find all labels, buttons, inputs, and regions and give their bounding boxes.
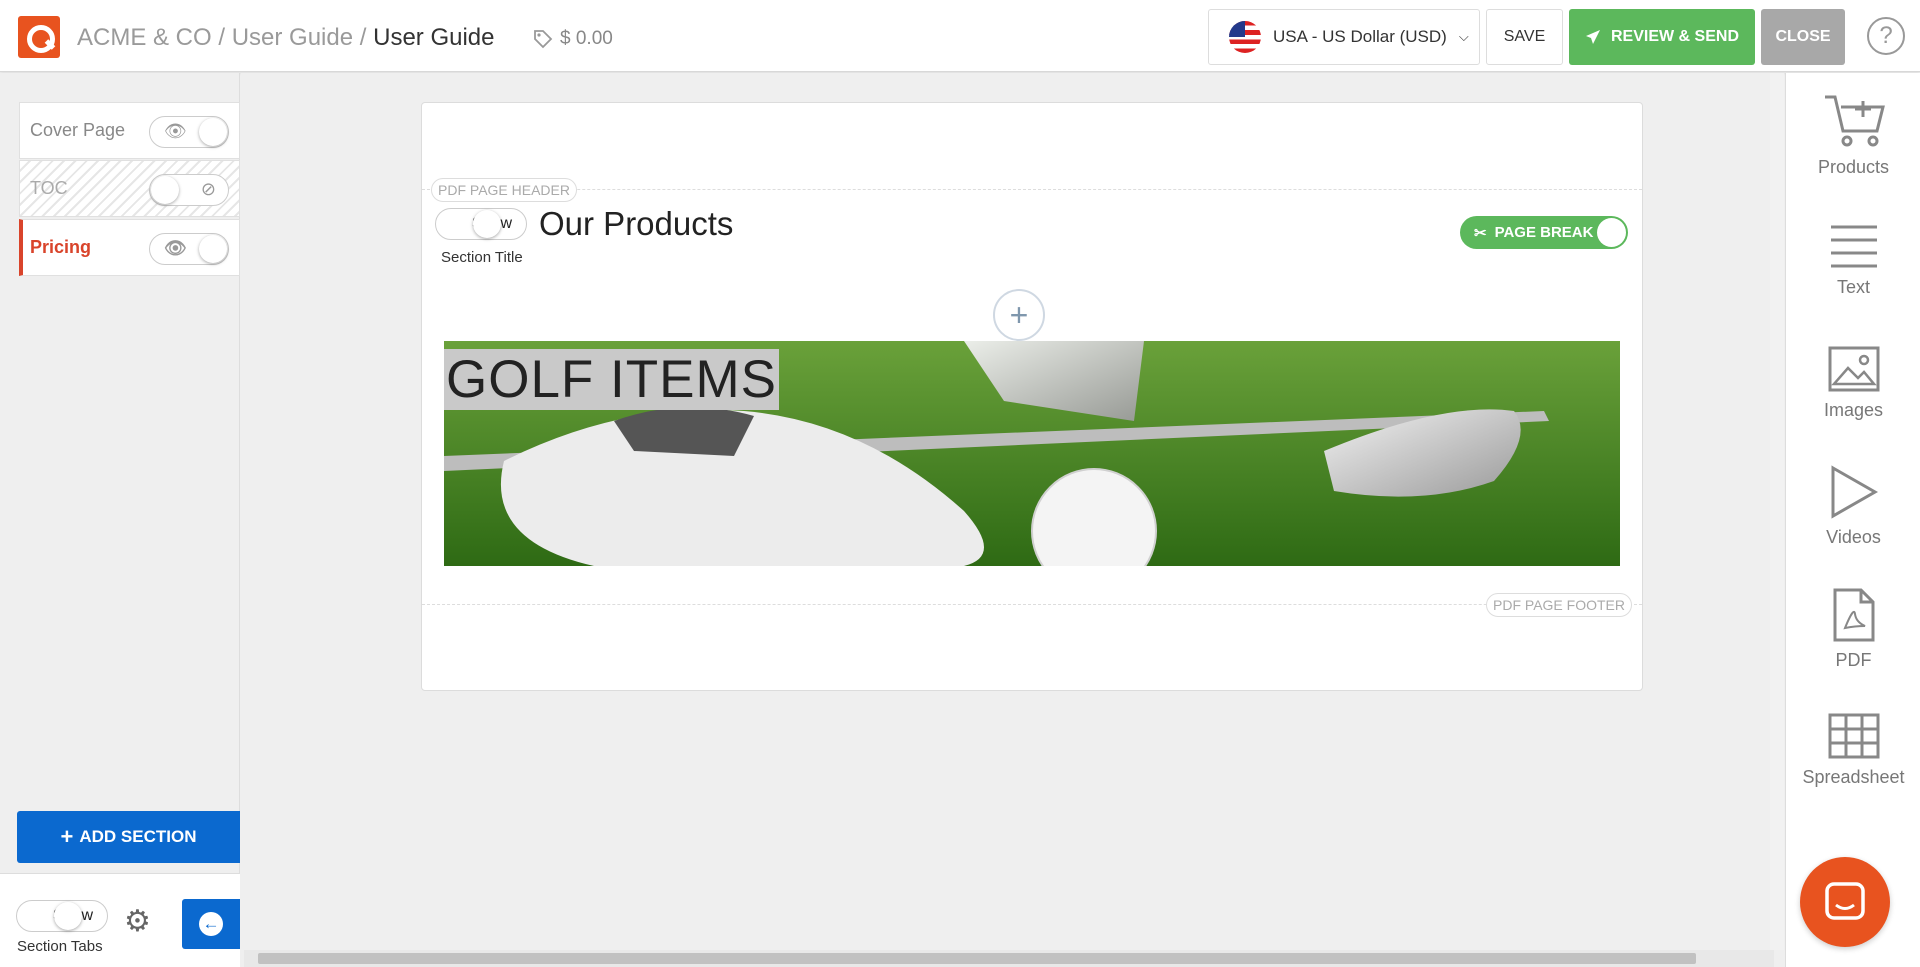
pdf-icon bbox=[1833, 588, 1874, 642]
tool-products[interactable]: Products bbox=[1786, 93, 1920, 178]
help-icon[interactable]: ? bbox=[1867, 17, 1905, 55]
banner-title[interactable]: GOLF ITEMS bbox=[444, 349, 779, 410]
add-section-button[interactable]: + ADD SECTION bbox=[17, 811, 240, 863]
vertical-scrollbar[interactable] bbox=[1770, 73, 1784, 950]
editor-canvas: PDF PAGE HEADER Show Section Title Our P… bbox=[241, 73, 1784, 967]
grid-icon bbox=[1828, 713, 1879, 759]
pdf-header-label[interactable]: PDF PAGE HEADER bbox=[431, 178, 577, 202]
cart-icon bbox=[1824, 95, 1885, 147]
page-break-label: PAGE BREAK bbox=[1494, 224, 1594, 241]
horizontal-scrollbar[interactable] bbox=[244, 950, 1774, 967]
paper-plane-icon bbox=[1585, 30, 1600, 44]
us-flag-icon bbox=[1229, 21, 1261, 53]
currency-value: USA - US Dollar (USD) bbox=[1273, 27, 1447, 46]
tool-spreadsheet[interactable]: Spreadsheet bbox=[1786, 713, 1920, 788]
app-logo[interactable] bbox=[18, 16, 60, 58]
arrow-left-icon: ← bbox=[199, 912, 223, 936]
scrollbar-thumb[interactable] bbox=[258, 953, 1696, 964]
pdf-footer-label[interactable]: PDF PAGE FOOTER bbox=[1486, 593, 1632, 617]
eye-icon: 👁 bbox=[164, 121, 187, 141]
tool-label: Products bbox=[1817, 157, 1890, 177]
chevron-down-icon: ⌵ bbox=[1458, 29, 1469, 44]
footer-divider bbox=[422, 604, 1642, 605]
breadcrumb-current: User Guide bbox=[373, 24, 495, 51]
tool-label: Images bbox=[1823, 400, 1884, 420]
tool-videos[interactable]: Videos bbox=[1786, 465, 1920, 548]
chat-icon bbox=[1825, 882, 1865, 920]
chat-launcher-button[interactable] bbox=[1800, 857, 1890, 947]
collapse-sidebar-button[interactable]: ← bbox=[182, 899, 240, 949]
sidebar-item-cover-page[interactable]: Cover Page 👁 bbox=[19, 102, 240, 159]
price-value: $ 0.00 bbox=[560, 28, 613, 49]
currency-select[interactable]: USA - US Dollar (USD) ⌵ bbox=[1208, 9, 1480, 65]
tool-pdf[interactable]: PDF bbox=[1786, 588, 1920, 671]
settings-gear-icon[interactable]: ⚙ bbox=[124, 904, 151, 939]
section-tabs-toggle[interactable]: Show bbox=[16, 900, 108, 932]
save-button[interactable]: SAVE bbox=[1486, 9, 1563, 65]
tool-label: Videos bbox=[1826, 527, 1881, 547]
section-tabs-label: Section Tabs bbox=[17, 938, 103, 955]
tool-label: PDF bbox=[1835, 650, 1872, 670]
sidebar-item-toc[interactable]: TOC ⊘ bbox=[19, 160, 240, 217]
content-tools-panel: Products Text Images Videos PDF Spreadsh… bbox=[1785, 73, 1920, 967]
add-block-button[interactable]: + bbox=[993, 289, 1045, 341]
visibility-toggle[interactable]: 👁 bbox=[149, 116, 229, 148]
eye-icon: 👁 bbox=[164, 238, 187, 258]
quote-total: $ 0.00 bbox=[533, 28, 613, 50]
section-label: Pricing bbox=[30, 237, 92, 257]
eye-slash-icon: ⊘ bbox=[200, 179, 216, 199]
review-send-button[interactable]: REVIEW & SEND bbox=[1569, 9, 1755, 65]
add-section-label: ADD SECTION bbox=[79, 827, 197, 846]
document-page: PDF PAGE HEADER Show Section Title Our P… bbox=[421, 102, 1643, 691]
section-title-caption: Section Title bbox=[441, 249, 523, 266]
banner-image[interactable]: GOLF ITEMS bbox=[444, 341, 1620, 566]
tool-text[interactable]: Text bbox=[1786, 223, 1920, 298]
breadcrumb-company[interactable]: ACME & CO bbox=[77, 24, 212, 51]
close-button[interactable]: CLOSE bbox=[1761, 9, 1845, 65]
breadcrumb: ACME & CO / User Guide / User Guide bbox=[77, 24, 495, 51]
section-label: Cover Page bbox=[30, 120, 126, 140]
tool-label: Text bbox=[1836, 277, 1870, 297]
top-bar: ACME & CO / User Guide / User Guide $ 0.… bbox=[0, 0, 1920, 72]
tag-icon bbox=[534, 30, 553, 49]
section-sidebar: Cover Page 👁 TOC ⊘ Pricing 👁 + ADD SECTI… bbox=[0, 73, 240, 967]
image-icon bbox=[1828, 346, 1879, 392]
section-label: TOC bbox=[30, 178, 68, 198]
section-title[interactable]: Our Products bbox=[539, 205, 733, 243]
visibility-toggle[interactable]: ⊘ bbox=[149, 174, 229, 206]
section-title-toggle[interactable]: Show bbox=[435, 208, 527, 240]
review-send-label: REVIEW & SEND bbox=[1610, 28, 1739, 45]
plus-icon: + bbox=[60, 824, 74, 849]
visibility-toggle[interactable]: 👁 bbox=[149, 233, 229, 265]
page-break-toggle[interactable]: ✂ PAGE BREAK bbox=[1460, 216, 1628, 249]
header-divider bbox=[422, 189, 1642, 190]
text-lines-icon bbox=[1830, 225, 1877, 268]
scissors-icon: ✂ bbox=[1474, 224, 1487, 242]
play-icon bbox=[1831, 465, 1878, 519]
sidebar-item-pricing[interactable]: Pricing 👁 bbox=[19, 219, 240, 276]
tool-label: Spreadsheet bbox=[1802, 767, 1905, 787]
sidebar-footer: Show Section Tabs ⚙ ← bbox=[0, 873, 240, 967]
tool-images[interactable]: Images bbox=[1786, 346, 1920, 421]
breadcrumb-folder[interactable]: User Guide bbox=[232, 24, 353, 51]
